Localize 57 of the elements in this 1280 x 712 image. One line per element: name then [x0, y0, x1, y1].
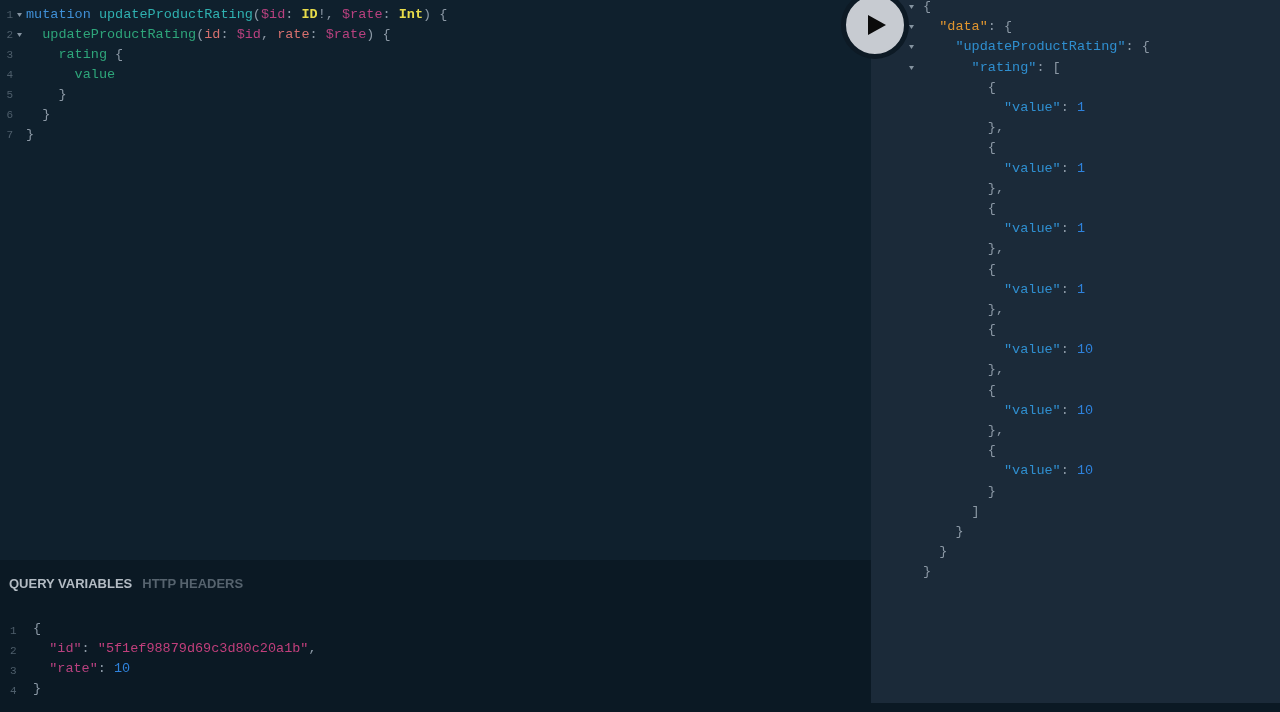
- fold-arrow-icon[interactable]: [908, 45, 914, 50]
- result-line: "value": 1: [1004, 159, 1086, 178]
- result-line: {: [987, 139, 996, 158]
- result-line: },: [987, 119, 1004, 138]
- code-line: rating {: [58, 46, 124, 64]
- line-number: 7: [6, 128, 13, 143]
- result-line: "rating": [: [971, 58, 1061, 77]
- fold-arrow-icon[interactable]: [16, 33, 22, 37]
- result-line: {: [923, 0, 932, 17]
- result-line: {: [987, 260, 996, 279]
- code-line: mutation updateProductRating($id: ID!, $rate: Int) {: [26, 6, 448, 24]
- result-line: },: [987, 361, 1004, 380]
- line-number: 2: [10, 645, 17, 657]
- line-number: 3: [10, 665, 17, 677]
- line-number: 5: [6, 88, 13, 103]
- line-number: 1: [10, 625, 17, 637]
- line-number: 3: [6, 48, 13, 63]
- code-line: updateProductRating(id: $id, rate: $rate) {: [42, 26, 391, 44]
- code-line: }: [33, 680, 42, 698]
- code-line: value: [74, 66, 116, 84]
- result-line: {: [987, 442, 996, 461]
- result-line: "value": 10: [1004, 401, 1094, 420]
- fold-arrow-icon[interactable]: [908, 5, 914, 10]
- result-line: {: [987, 321, 996, 340]
- result-line: },: [987, 422, 1004, 441]
- code-line: }: [42, 106, 51, 124]
- result-line: },: [987, 240, 1004, 259]
- line-number: 4: [10, 685, 17, 697]
- result-line: }: [923, 563, 932, 582]
- panel-tab[interactable]: QUERY VARIABLES: [9, 574, 133, 594]
- line-number: 1: [6, 8, 13, 23]
- result-line: ]: [971, 502, 980, 521]
- code-line: "rate": 10: [49, 660, 131, 678]
- result-line: {: [987, 199, 996, 218]
- fold-arrow-icon[interactable]: [16, 13, 22, 17]
- result-line: "updateProductRating": {: [955, 38, 1150, 57]
- result-line: }: [987, 482, 996, 501]
- result-line: "value": 1: [1004, 99, 1086, 118]
- line-number: 4: [6, 68, 13, 83]
- result-line: },: [987, 300, 1004, 319]
- fold-arrow-icon[interactable]: [908, 25, 914, 30]
- play-icon: [867, 15, 886, 35]
- result-line: {: [987, 78, 996, 97]
- result-line: }: [955, 522, 964, 541]
- code-line: {: [33, 620, 42, 638]
- code-line: "id": "5f1ef98879d69c3d80c20a1b",: [49, 640, 317, 658]
- code-line: }: [58, 86, 67, 104]
- result-line: "value": 1: [1004, 280, 1086, 299]
- result-line: },: [987, 179, 1004, 198]
- result-line: "data": {: [939, 18, 1013, 37]
- result-line: {: [987, 381, 996, 400]
- result-line: }: [939, 543, 948, 562]
- result-line: "value": 10: [1004, 341, 1094, 360]
- result-line: "value": 1: [1004, 220, 1086, 239]
- result-line: "value": 10: [1004, 462, 1094, 481]
- code-line: }: [26, 126, 35, 144]
- fold-arrow-icon[interactable]: [908, 65, 914, 70]
